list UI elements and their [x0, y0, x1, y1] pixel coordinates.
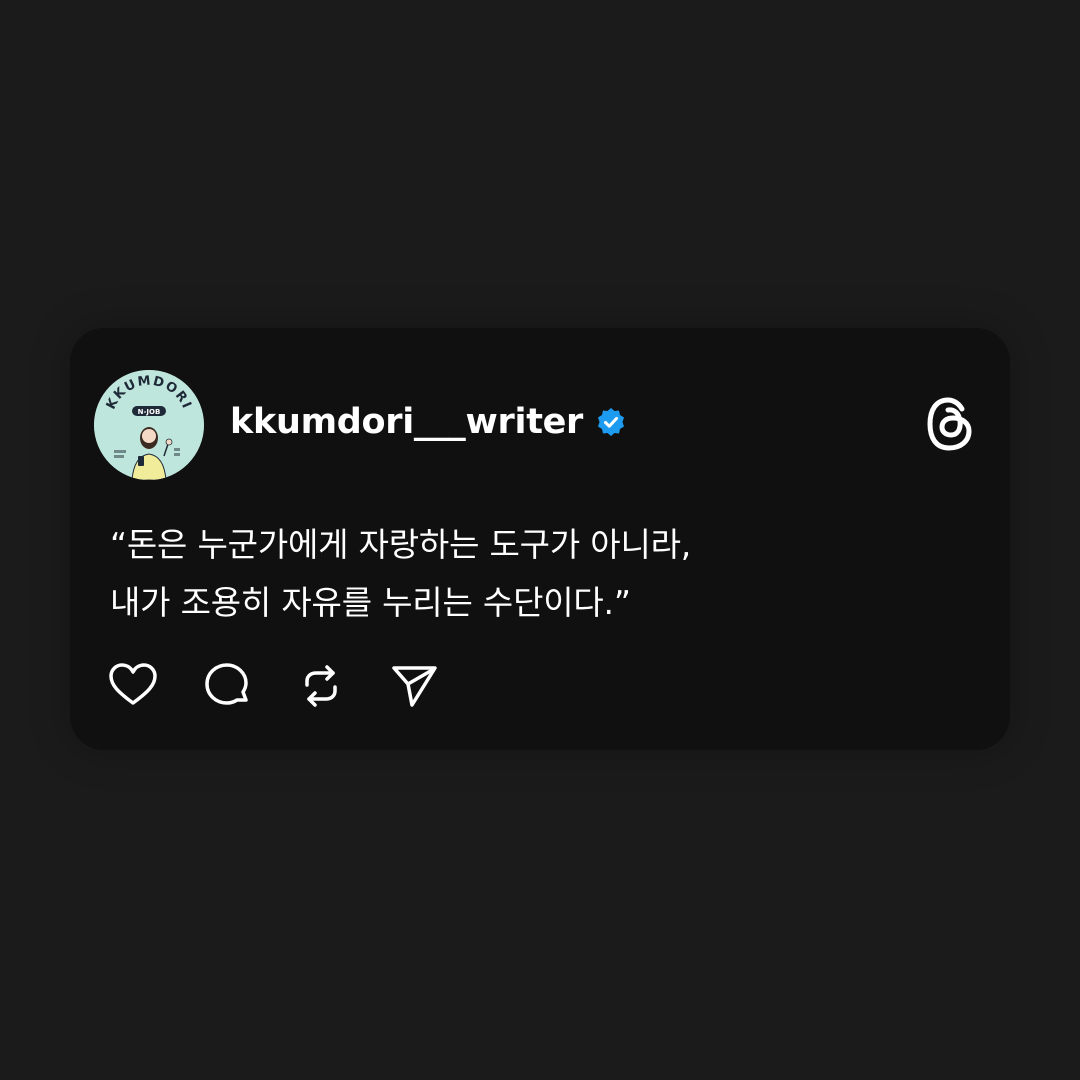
post-card: KKUMDORI N-JOB kkumdori___writer “돈은 누군가…: [70, 328, 1010, 750]
send-icon: [392, 666, 437, 707]
post-text-line-2: 내가 조용히 자유를 누리는 수단이다.”: [110, 583, 631, 622]
avatar-illustration: KKUMDORI N-JOB: [94, 370, 204, 480]
avatar-badge-subtext: N-JOB: [138, 408, 161, 416]
repost-icon: [305, 665, 337, 707]
username[interactable]: kkumdori___writer: [230, 400, 583, 444]
page: KKUMDORI N-JOB kkumdori___writer “돈은 누군가…: [0, 0, 1080, 1080]
reply-button[interactable]: [202, 661, 252, 711]
post-text: “돈은 누군가에게 자랑하는 도구가 아니라, 내가 조용히 자유를 누리는 수…: [110, 516, 970, 632]
comment-icon: [205, 663, 248, 705]
heart-icon: [109, 663, 157, 705]
threads-logo-icon[interactable]: [924, 396, 976, 452]
action-bar: [108, 661, 440, 711]
verified-badge-icon: [598, 408, 625, 436]
author-header: kkumdori___writer: [230, 400, 627, 444]
repost-button[interactable]: [296, 661, 346, 711]
post-text-line-1: “돈은 누군가에게 자랑하는 도구가 아니라,: [110, 525, 692, 564]
avatar[interactable]: KKUMDORI N-JOB: [94, 370, 204, 480]
like-button[interactable]: [108, 661, 158, 711]
share-button[interactable]: [390, 661, 440, 711]
